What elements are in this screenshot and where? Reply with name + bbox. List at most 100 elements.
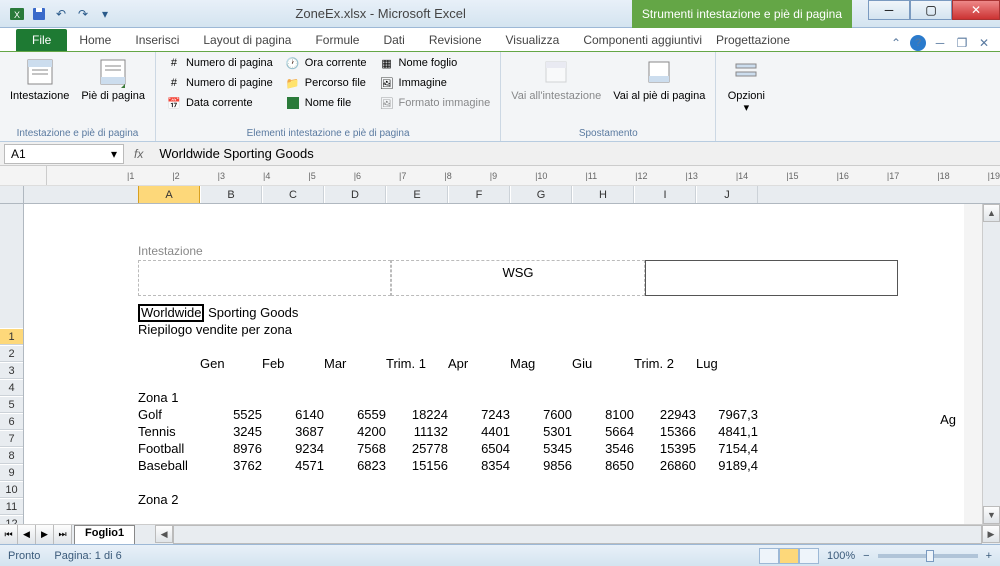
filepath-button[interactable]: 📁Percorso file [281, 74, 371, 92]
undo-icon[interactable]: ↶ [52, 5, 70, 23]
row-head-12[interactable]: 12 [0, 515, 23, 524]
col-head-H[interactable]: H [572, 186, 634, 203]
redo-icon[interactable]: ↷ [74, 5, 92, 23]
curdate-button[interactable]: 📅Data corrente [162, 94, 277, 112]
tab-nav-prev[interactable]: ◀ [18, 525, 36, 544]
tab-addins[interactable]: Componenti aggiuntivi [571, 29, 714, 51]
close-button[interactable]: ✕ [952, 0, 1000, 20]
scroll-up-button[interactable]: ▲ [983, 204, 1000, 222]
header-button[interactable]: Intestazione [6, 54, 73, 126]
header-area-label: Intestazione [138, 244, 898, 258]
tab-nav-next[interactable]: ▶ [36, 525, 54, 544]
view-pagelayout-button[interactable] [779, 548, 799, 564]
image-icon: 🖼 [379, 75, 395, 91]
view-pagebreak-button[interactable] [799, 548, 819, 564]
svg-text:X: X [14, 10, 20, 20]
row-head-3[interactable]: 3 [0, 362, 23, 379]
ribbon-group-options: Opzioni▾ [716, 52, 776, 141]
header-center-box[interactable]: WSG [391, 260, 644, 296]
row-head-11[interactable]: 11 [0, 498, 23, 515]
ribbon-group-headerfooter: Intestazione Piè di pagina Intestazione … [0, 52, 156, 141]
ribbon-minimize-icon[interactable]: ⌃ [888, 35, 904, 51]
col-head-E[interactable]: E [386, 186, 448, 203]
header-left-box[interactable] [138, 260, 391, 296]
image-button[interactable]: 🖼Immagine [375, 74, 495, 92]
row-head-8[interactable]: 8 [0, 447, 23, 464]
fmtimage-button: 🖼Formato immagine [375, 94, 495, 112]
select-all-corner[interactable] [0, 186, 24, 203]
col-head-I[interactable]: I [634, 186, 696, 203]
row-head-6[interactable]: 6 [0, 413, 23, 430]
column-headers: ABCDEFGHIJ [0, 186, 1000, 204]
tab-home[interactable]: Home [67, 29, 123, 51]
scroll-left-button[interactable]: ◀ [155, 525, 173, 543]
tab-view[interactable]: Visualizza [494, 29, 572, 51]
sheet-tab-active[interactable]: Foglio1 [74, 525, 135, 544]
zoom-level: 100% [827, 550, 855, 562]
tab-layout[interactable]: Layout di pagina [191, 29, 303, 51]
minimize-button[interactable]: ─ [868, 0, 910, 20]
sheetname-button[interactable]: ▦Nome foglio [375, 54, 495, 72]
goto-footer-button[interactable]: Vai al piè di pagina [609, 54, 709, 126]
horizontal-scrollbar[interactable]: ◀ ▶ [155, 525, 1000, 544]
col-head-D[interactable]: D [324, 186, 386, 203]
tab-formulas[interactable]: Formule [303, 29, 371, 51]
workbook-restore-icon[interactable]: ❐ [954, 35, 970, 51]
name-box[interactable]: A1▾ [4, 144, 124, 164]
help-icon[interactable]: ? [910, 35, 926, 51]
col-head-G[interactable]: G [510, 186, 572, 203]
scroll-down-button[interactable]: ▼ [983, 506, 1000, 524]
col-head-C[interactable]: C [262, 186, 324, 203]
row-head-7[interactable]: 7 [0, 430, 23, 447]
pagecount-button[interactable]: #Numero di pagine [162, 74, 277, 92]
zoom-in-button[interactable]: + [986, 550, 992, 562]
col-head-F[interactable]: F [448, 186, 510, 203]
formula-input[interactable]: Worldwide Sporting Goods [153, 144, 1000, 163]
folder-icon: 📁 [285, 75, 301, 91]
tab-design[interactable]: Progettazione [704, 29, 802, 51]
footer-button[interactable]: Piè di pagina [77, 54, 149, 126]
excel-icon[interactable]: X [8, 5, 26, 23]
workbook-minimize-icon[interactable]: ─ [932, 35, 948, 51]
workbook-close-icon[interactable]: ✕ [976, 35, 992, 51]
page-canvas[interactable]: Intestazione WSG Worldwide Sporting Good… [24, 204, 964, 524]
fx-icon[interactable]: fx [124, 147, 153, 161]
row-head-4[interactable]: 4 [0, 379, 23, 396]
row-head-9[interactable]: 9 [0, 464, 23, 481]
formula-bar: A1▾ fx Worldwide Sporting Goods [0, 142, 1000, 166]
row-head-2[interactable]: 2 [0, 345, 23, 362]
tab-review[interactable]: Revisione [417, 29, 494, 51]
window-title: ZoneEx.xlsx - Microsoft Excel [295, 6, 466, 21]
footer-icon [97, 56, 129, 88]
tab-nav-first[interactable]: ⏮ [0, 525, 18, 544]
zoom-slider[interactable] [878, 554, 978, 558]
col-head-J[interactable]: J [696, 186, 758, 203]
view-normal-button[interactable] [759, 548, 779, 564]
filename-button[interactable]: Nome file [281, 94, 371, 112]
namebox-dropdown-icon[interactable]: ▾ [111, 147, 117, 161]
col-head-B[interactable]: B [200, 186, 262, 203]
cell-grid[interactable]: Worldwide Sporting GoodsRiepilogo vendit… [138, 304, 898, 508]
group-label-navigation: Spostamento [507, 126, 709, 141]
quick-access-toolbar: X ↶ ↷ ▾ [0, 5, 114, 23]
options-button[interactable]: Opzioni▾ [722, 54, 770, 126]
vertical-scrollbar[interactable]: ▲ ▼ [982, 204, 1000, 524]
tab-file[interactable]: File [16, 29, 67, 51]
tab-data[interactable]: Dati [371, 29, 416, 51]
group-label-elements: Elementi intestazione e piè di pagina [162, 126, 494, 141]
qat-dropdown-icon[interactable]: ▾ [96, 5, 114, 23]
save-icon[interactable] [30, 5, 48, 23]
row-head-1[interactable]: 1 [0, 328, 23, 345]
maximize-button[interactable]: ▢ [910, 0, 952, 20]
curtime-button[interactable]: 🕐Ora corrente [281, 54, 371, 72]
tab-nav-last[interactable]: ⏭ [54, 525, 72, 544]
tab-insert[interactable]: Inserisci [123, 29, 191, 51]
header-right-box[interactable] [645, 260, 898, 296]
pagenum-button[interactable]: #Numero di pagina [162, 54, 277, 72]
row-head-5[interactable]: 5 [0, 396, 23, 413]
zoom-out-button[interactable]: − [863, 550, 869, 562]
col-head-A[interactable]: A [138, 186, 200, 203]
scroll-right-button[interactable]: ▶ [982, 525, 1000, 543]
row-head-10[interactable]: 10 [0, 481, 23, 498]
goto-header-icon [540, 56, 572, 88]
